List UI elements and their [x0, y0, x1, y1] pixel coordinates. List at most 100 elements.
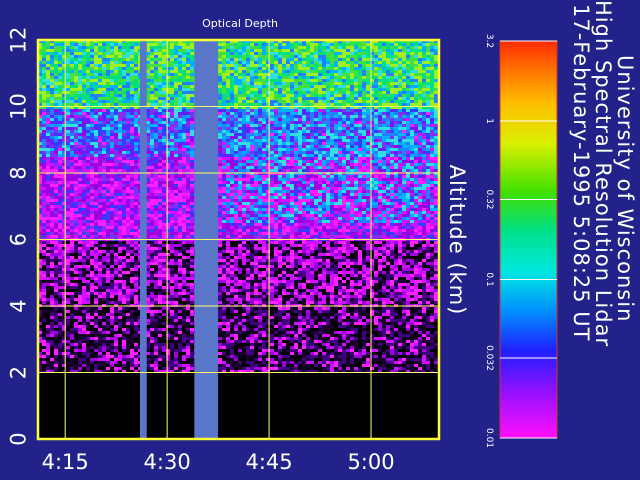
heatmap-cell	[82, 97, 86, 100]
heatmap-cell	[382, 55, 386, 58]
heatmap-cell	[70, 82, 74, 85]
heatmap-cell	[390, 175, 394, 178]
heatmap-cell	[278, 148, 282, 151]
heatmap-cell	[94, 112, 98, 115]
heatmap-cell	[86, 139, 90, 142]
heatmap-cell	[402, 166, 406, 169]
heatmap-cell	[274, 121, 278, 124]
heatmap-cell	[94, 73, 98, 76]
heatmap-cell	[74, 136, 78, 139]
heatmap-cell	[406, 157, 410, 160]
heatmap-cell	[286, 43, 290, 46]
heatmap-cell	[190, 157, 194, 160]
heatmap-cell	[330, 70, 334, 73]
heatmap-cell	[102, 187, 106, 190]
heatmap-cell	[246, 148, 250, 151]
heatmap-cell	[70, 124, 74, 127]
heatmap-cell	[46, 103, 50, 106]
heatmap-cell	[298, 163, 302, 166]
heatmap-cell	[54, 79, 58, 82]
heatmap-cell	[314, 130, 318, 133]
heatmap-cell	[346, 142, 350, 145]
heatmap-cell	[54, 136, 58, 139]
heatmap-cell	[114, 184, 118, 187]
heatmap-cell	[374, 55, 378, 58]
heatmap-cell	[254, 43, 258, 46]
heatmap-cell	[402, 142, 406, 145]
heatmap-cell	[110, 154, 114, 157]
heatmap-cell	[334, 181, 338, 184]
heatmap-cell	[258, 181, 262, 184]
heatmap-cell	[118, 169, 122, 172]
heatmap-cell	[170, 136, 174, 139]
heatmap-cell	[234, 82, 238, 85]
heatmap-cell	[434, 157, 438, 160]
heatmap-cell	[330, 49, 334, 52]
heatmap-cell	[122, 127, 126, 130]
heatmap-cell	[158, 103, 162, 106]
heatmap-cell	[42, 43, 46, 46]
heatmap-cell	[98, 151, 102, 154]
heatmap-cell	[338, 58, 342, 61]
heatmap-cell	[362, 160, 366, 163]
heatmap-cell	[426, 118, 430, 121]
heatmap-cell	[66, 88, 70, 91]
heatmap-cell	[250, 64, 254, 67]
heatmap-cell	[310, 43, 314, 46]
heatmap-cell	[358, 43, 362, 46]
heatmap-cell	[50, 124, 54, 127]
heatmap-cell	[330, 166, 334, 169]
heatmap-cell	[102, 121, 106, 124]
heatmap-cell	[46, 160, 50, 163]
heatmap-cell	[298, 118, 302, 121]
heatmap-cell	[58, 109, 62, 112]
heatmap-cell	[234, 178, 238, 181]
heatmap-cell	[418, 175, 422, 178]
heatmap-cell	[158, 58, 162, 61]
heatmap-cell	[270, 151, 274, 154]
heatmap-cell	[242, 166, 246, 169]
heatmap-cell	[358, 94, 362, 97]
heatmap-cell	[122, 166, 126, 169]
heatmap-cell	[118, 160, 122, 163]
heatmap-cell	[418, 169, 422, 172]
heatmap-cell	[326, 109, 330, 112]
heatmap-cell	[130, 43, 134, 46]
heatmap-cell	[106, 133, 110, 136]
heatmap-cell	[362, 97, 366, 100]
heatmap-cell	[338, 55, 342, 58]
heatmap-cell	[434, 166, 438, 169]
heatmap-cell	[338, 154, 342, 157]
heatmap-cell	[358, 73, 362, 76]
heatmap-cell	[114, 145, 118, 148]
heatmap-cell	[118, 88, 122, 91]
heatmap-cell	[270, 184, 274, 187]
heatmap-cell	[334, 142, 338, 145]
heatmap-cell	[294, 139, 298, 142]
heatmap-cell	[342, 169, 346, 172]
heatmap-cell	[118, 79, 122, 82]
heatmap-cell	[334, 169, 338, 172]
heatmap-cell	[254, 154, 258, 157]
heatmap-cell	[294, 82, 298, 85]
heatmap-cell	[286, 91, 290, 94]
heatmap-cell	[46, 55, 50, 58]
heatmap-cell	[70, 121, 74, 124]
heatmap-cell	[418, 178, 422, 181]
heatmap-cell	[378, 67, 382, 70]
heatmap-cell	[382, 118, 386, 121]
heatmap-cell	[322, 43, 326, 46]
heatmap-cell	[86, 94, 90, 97]
heatmap-cell	[94, 67, 98, 70]
heatmap-cell	[338, 70, 342, 73]
heatmap-cell	[318, 145, 322, 148]
heatmap-cell	[158, 121, 162, 124]
heatmap-cell	[218, 82, 222, 85]
heatmap-cell	[410, 151, 414, 154]
heatmap-cell	[262, 184, 266, 187]
heatmap-cell	[354, 121, 358, 124]
heatmap-cell	[170, 55, 174, 58]
heatmap-cell	[350, 52, 354, 55]
heatmap-cell	[218, 85, 222, 88]
heatmap-cell	[346, 184, 350, 187]
